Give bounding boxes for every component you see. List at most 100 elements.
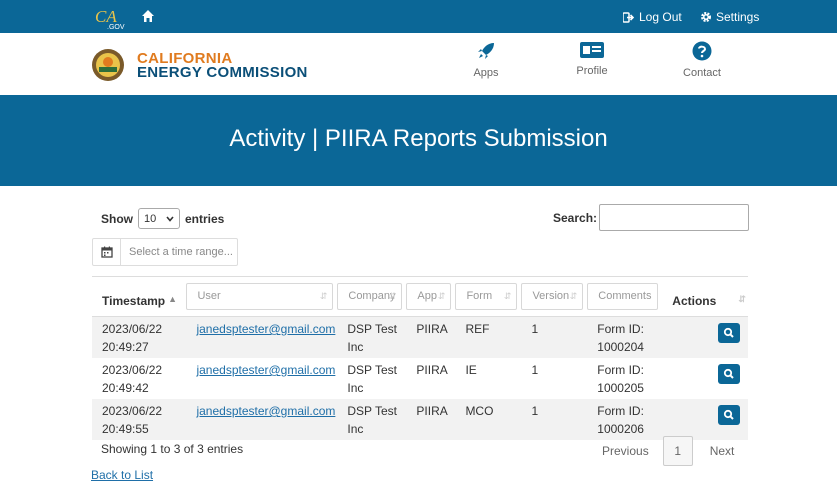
activity-table: Timestamp ▲ User ⇵ Company ⇵ App ⇵ Form ⇵ Ver… (92, 276, 748, 440)
column-filter-form[interactable]: Form ⇵ (455, 283, 518, 310)
user-email-link[interactable]: janedsptester@gmail.com (196, 404, 335, 418)
column-header-comments[interactable]: Comments (587, 276, 663, 317)
cell-form: MCO (455, 399, 522, 440)
org-name[interactable]: CALIFORNIA ENERGY COMMISSION (137, 51, 308, 80)
column-header-form[interactable]: Form ⇵ (455, 276, 522, 317)
column-header-version[interactable]: Version ⇵ (521, 276, 588, 317)
nav-contact-label: Contact (683, 67, 721, 79)
timestamp-time: 20:49:55 (102, 422, 149, 436)
nav-contact[interactable]: Contact (667, 41, 737, 79)
user-email-link[interactable]: janedsptester@gmail.com (196, 322, 335, 336)
search-label: Search: (553, 210, 598, 225)
logout-label: Log Out (639, 10, 682, 24)
view-button[interactable] (718, 405, 740, 425)
comment-line1: Form ID: (597, 404, 644, 418)
question-circle-icon (692, 41, 712, 61)
column-header-actions: Actions ⇵ (662, 276, 748, 317)
sort-icon: ⇵ (503, 291, 512, 301)
column-header-app-label: App (417, 290, 437, 302)
rocket-icon (478, 43, 494, 59)
next-button[interactable]: Next (693, 444, 749, 458)
page-button-1[interactable]: 1 (662, 436, 693, 466)
sort-icon: ⇵ (738, 293, 746, 304)
calendar-icon[interactable] (93, 239, 121, 265)
cell-user: janedsptester@gmail.com (186, 358, 337, 399)
cell-company: DSP Test Inc (337, 316, 407, 358)
id-card-icon (580, 42, 604, 58)
table-row: 2023/06/22 20:49:42 janedsptester@gmail.c… (92, 358, 748, 399)
page-title: Activity | PIIRA Reports Submission (229, 125, 608, 152)
pagination: Previous 1 Next (592, 436, 748, 466)
column-header-timestamp[interactable]: Timestamp ▲ (92, 276, 187, 317)
back-to-list-link[interactable]: Back to List (91, 468, 153, 482)
user-email-link[interactable]: janedsptester@gmail.com (196, 363, 335, 377)
ca-gov-logo[interactable]: CA .GOV (95, 6, 125, 31)
comment-line2: 1000206 (597, 422, 644, 436)
entries-label: entries (185, 211, 225, 226)
column-header-comments-label: Comments (598, 290, 652, 302)
top-bar: CA .GOV Log Out Settings (0, 0, 837, 33)
cell-app: PIIRA (406, 399, 456, 440)
sort-icon: ⇵ (569, 291, 578, 301)
nav-profile[interactable]: Profile (557, 41, 627, 77)
gear-icon (701, 12, 711, 22)
cell-comments: Form ID: 1000206 (587, 399, 663, 440)
cell-timestamp: 2023/06/22 20:49:27 (92, 316, 187, 358)
search-icon (723, 409, 734, 420)
sort-icon: ⇵ (388, 291, 397, 301)
previous-button[interactable]: Previous (592, 444, 663, 458)
show-label: Show (101, 211, 133, 226)
timestamp-date: 2023/06/22 (102, 363, 163, 377)
cell-version: 1 (531, 363, 539, 377)
cell-app: PIIRA (416, 363, 448, 377)
column-header-user[interactable]: User ⇵ (186, 276, 338, 317)
comment-line2: 1000204 (597, 340, 644, 354)
cell-user: janedsptester@gmail.com (186, 399, 338, 440)
sign-out-icon (623, 11, 635, 23)
nav-apps[interactable]: Apps (451, 41, 521, 79)
cell-company: DSP Test Inc (337, 399, 407, 440)
column-header-form-label: Form (466, 290, 493, 302)
nav-profile-label: Profile (576, 65, 608, 77)
page-banner: Activity | PIIRA Reports Submission (0, 95, 837, 186)
cell-version: 1 (521, 316, 588, 358)
column-header-user-label: User (197, 290, 221, 302)
cell-comments: Form ID: 1000204 (587, 316, 663, 358)
cec-seal-logo[interactable] (91, 48, 125, 82)
entries-select-value: 10 (144, 212, 157, 225)
cell-actions (662, 316, 748, 358)
table-header-row: Timestamp ▲ User ⇵ Company ⇵ App ⇵ Form ⇵ Ver… (92, 276, 748, 317)
comment-line1: Form ID: (597, 322, 644, 336)
cell-actions (662, 358, 748, 399)
timestamp-date: 2023/06/22 (102, 322, 163, 336)
logout-link[interactable]: Log Out (623, 10, 682, 24)
sort-ascending-icon: ▲ (168, 293, 178, 304)
column-filter-user[interactable]: User ⇵ (186, 283, 334, 310)
nav-apps-label: Apps (473, 67, 499, 79)
search-control: Search: (553, 204, 750, 231)
column-header-company[interactable]: Company ⇵ (337, 276, 407, 317)
column-header-app[interactable]: App ⇵ (406, 276, 456, 317)
cell-user: janedsptester@gmail.com (186, 316, 338, 358)
settings-link[interactable]: Settings (700, 10, 759, 24)
table-info: Showing 1 to 3 of 3 entries (101, 442, 244, 456)
comment-line1: Form ID: (597, 363, 644, 377)
cell-app: PIIRA (406, 316, 456, 358)
timestamp-time: 20:49:42 (102, 381, 149, 395)
date-range-filter[interactable]: Select a time range... (92, 238, 238, 266)
home-icon[interactable] (141, 9, 155, 23)
view-button[interactable] (718, 323, 740, 343)
search-icon (723, 368, 734, 379)
column-filter-version[interactable]: Version ⇵ (521, 283, 584, 310)
view-button[interactable] (718, 364, 740, 384)
settings-label: Settings (716, 10, 760, 24)
entries-select[interactable]: 10 (138, 208, 180, 229)
timestamp-time: 20:49:27 (102, 340, 149, 354)
column-filter-comments[interactable]: Comments (587, 283, 659, 310)
column-filter-company[interactable]: Company ⇵ (337, 283, 403, 310)
cell-company: DSP Test Inc (347, 363, 397, 395)
sort-icon: ⇵ (319, 291, 328, 301)
search-input[interactable] (599, 204, 750, 231)
entries-length-control: Show 10 entries (101, 208, 224, 229)
column-filter-app[interactable]: App ⇵ (406, 283, 452, 310)
